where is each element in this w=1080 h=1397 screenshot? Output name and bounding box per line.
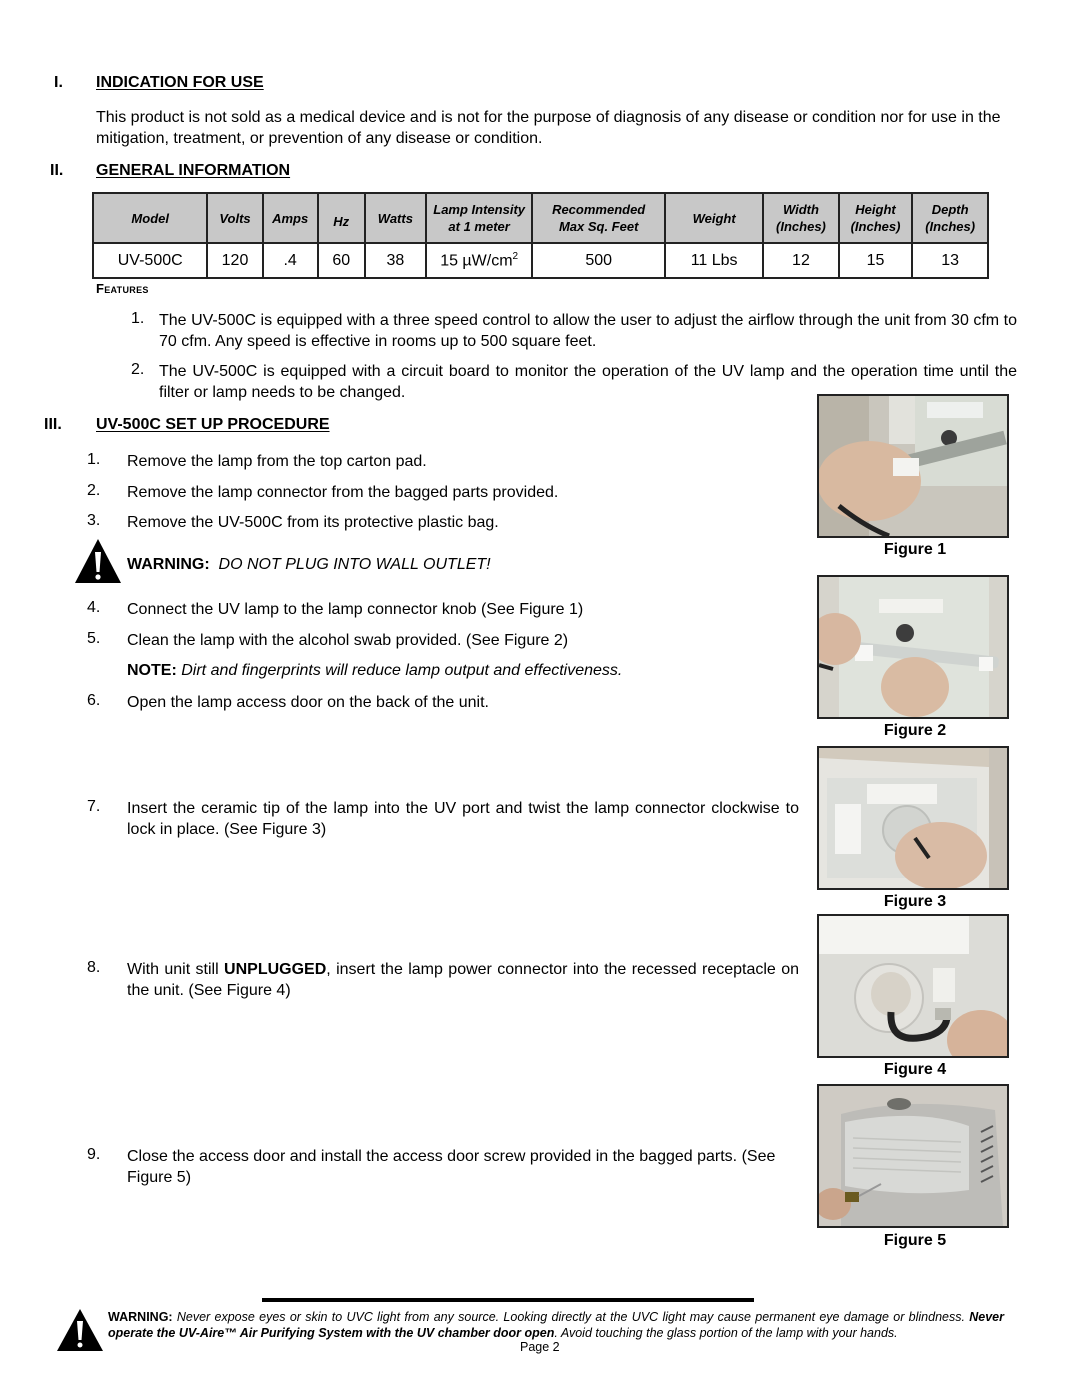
- section-number-3: III.: [44, 416, 62, 433]
- section-title-indication: INDICATION FOR USE: [96, 74, 264, 91]
- cell-amps: .4: [261, 242, 319, 279]
- photo-cleaning-lamp: [819, 577, 1007, 717]
- photo-uv-port: [819, 748, 1007, 888]
- col-header-lamp-intensity: Lamp Intensity at 1 meter: [425, 192, 534, 244]
- footer-warning-text: WARNING: Never expose eyes or skin to UV…: [108, 1310, 1004, 1340]
- step-number: 1.: [87, 451, 101, 468]
- warning-text: DO NOT PLUG INTO WALL OUTLET!: [218, 556, 491, 573]
- warning-triangle-icon: [75, 539, 121, 583]
- col-header-watts: Watts: [363, 192, 428, 244]
- step-number: 4.: [87, 599, 101, 616]
- col-header-amps: Amps: [261, 192, 319, 244]
- spec-table-header-row: Model Volts Amps Hz Watts Lamp Intensity…: [91, 192, 989, 244]
- cell-max-sq-feet: 500: [531, 242, 667, 279]
- figure-5-caption: Figure 5: [883, 1232, 947, 1249]
- col-header-width: Width (Inches): [762, 192, 840, 244]
- step-number: 8.: [87, 959, 101, 976]
- step-item: Remove the lamp connector from the bagge…: [127, 484, 559, 501]
- footer-warning-triangle-icon: [57, 1309, 103, 1351]
- step-number: 9.: [87, 1146, 101, 1163]
- col-header-model: Model: [91, 192, 209, 244]
- figure-2-image: [817, 575, 1009, 719]
- step-number: 6.: [87, 692, 101, 709]
- col-header-max-sq-feet: Recommended Max Sq. Feet: [531, 192, 667, 244]
- figure-4-image: [817, 914, 1009, 1058]
- step-number: 3.: [87, 512, 101, 529]
- warning-line: WARNING: DO NOT PLUG INTO WALL OUTLET!: [127, 556, 491, 574]
- indication-body: This product is not sold as a medical de…: [96, 109, 1001, 147]
- photo-power-connector: [819, 916, 1007, 1056]
- cell-volts: 120: [206, 242, 264, 279]
- col-header-depth: Depth (Inches): [911, 192, 989, 244]
- figure-3-caption: Figure 3: [883, 893, 947, 910]
- step-item: Close the access door and install the ac…: [127, 1148, 776, 1186]
- section-number-1: I.: [54, 74, 63, 91]
- step-number: 5.: [87, 630, 101, 647]
- footer-divider: [262, 1298, 754, 1302]
- note-label: NOTE:: [127, 662, 177, 679]
- feature-number: 2.: [131, 361, 145, 378]
- col-header-hz: Hz: [316, 192, 366, 244]
- cell-height: 15: [837, 242, 914, 279]
- unplugged-emphasis: UNPLUGGED: [224, 961, 327, 978]
- step-item: Connect the UV lamp to the lamp connecto…: [127, 601, 584, 618]
- step-item: Insert the ceramic tip of the lamp into …: [127, 800, 799, 838]
- section-title-setup: UV-500C SET UP PROCEDURE: [96, 416, 330, 433]
- cell-width: 12: [762, 242, 840, 279]
- spec-table-row: UV-500C 120 .4 60 38 15 µW/cm2 500 11 Lb…: [91, 242, 989, 279]
- section-title-general: GENERAL INFORMATION: [96, 162, 291, 179]
- step-item: With unit still UNPLUGGED, insert the la…: [127, 961, 799, 999]
- figure-3-image: [817, 746, 1009, 890]
- note: NOTE: Dirt and fingerprints will reduce …: [127, 660, 622, 681]
- spec-table: Model Volts Amps Hz Watts Lamp Intensity…: [91, 192, 989, 279]
- figure-1-image: [817, 394, 1009, 538]
- figure-2-caption: Figure 2: [883, 722, 947, 739]
- photo-lamp-connector: [819, 396, 1007, 536]
- feature-item: The UV-500C is equipped with a three spe…: [159, 312, 1017, 350]
- cell-depth: 13: [911, 242, 989, 279]
- feature-number: 1.: [131, 310, 145, 327]
- figure-4-caption: Figure 4: [883, 1061, 947, 1078]
- step-item: Remove the lamp from the top carton pad.: [127, 453, 427, 470]
- footer-warning-label: WARNING:: [108, 1310, 173, 1324]
- note-text: Dirt and fingerprints will reduce lamp o…: [181, 662, 623, 679]
- cell-model: UV-500C: [91, 242, 209, 279]
- col-header-volts: Volts: [206, 192, 264, 244]
- step-item: Open the lamp access door on the back of…: [127, 694, 489, 711]
- features-label: Features: [96, 281, 149, 296]
- figure-1-caption: Figure 1: [883, 541, 947, 558]
- col-header-weight: Weight: [664, 192, 765, 244]
- step-number: 7.: [87, 798, 101, 815]
- step-number: 2.: [87, 482, 101, 499]
- step-item: Clean the lamp with the alcohol swab pro…: [127, 632, 569, 649]
- step-item: Remove the UV-500C from its protective p…: [127, 514, 499, 531]
- cell-watts: 38: [363, 242, 428, 279]
- page-number: Page 2: [520, 1340, 560, 1354]
- cell-hz: 60: [316, 242, 366, 279]
- photo-access-door: [819, 1086, 1007, 1226]
- section-number-2: II.: [50, 162, 64, 179]
- cell-lamp-intensity: 15 µW/cm2: [425, 242, 534, 279]
- figure-5-image: [817, 1084, 1009, 1228]
- warning-label: WARNING:: [127, 556, 210, 573]
- cell-weight: 11 Lbs: [664, 242, 765, 279]
- col-header-height: Height (Inches): [837, 192, 914, 244]
